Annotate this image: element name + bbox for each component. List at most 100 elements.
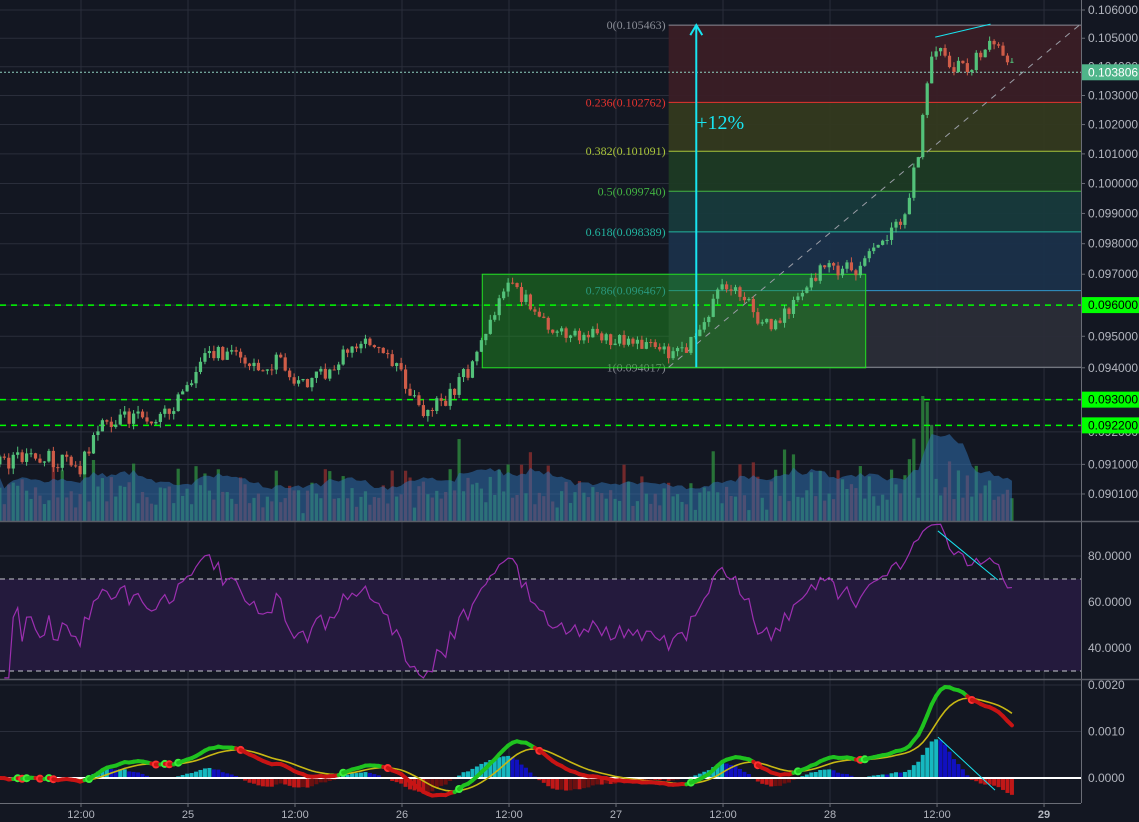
candle-body <box>354 346 359 349</box>
candle-body <box>680 347 684 349</box>
candle-body <box>988 40 992 50</box>
candle-body <box>765 318 769 323</box>
last-price-label: 0.103806 <box>1088 65 1138 79</box>
candle-body <box>109 421 113 428</box>
candle-body <box>497 298 501 316</box>
candle-body <box>82 451 87 475</box>
candle-body <box>323 368 327 379</box>
candle-body <box>907 197 911 215</box>
candle-body <box>29 453 33 455</box>
candle-body <box>1001 45 1005 56</box>
candle-body <box>609 334 613 346</box>
macd-histogram-bar <box>207 767 212 778</box>
candle-body <box>2 456 6 458</box>
candle-body <box>181 391 185 395</box>
macd-histogram-bar <box>943 744 948 778</box>
candle-body <box>854 270 858 276</box>
candle-body <box>328 369 332 379</box>
macd-histogram-bar <box>269 778 274 787</box>
time-tick-label: 28 <box>824 809 836 821</box>
price-tick-label: 0.106000 <box>1088 3 1138 17</box>
macd-histogram-bar <box>305 778 310 788</box>
candle-body <box>216 346 220 359</box>
macd-histogram-bar <box>586 778 591 788</box>
time-tick-label: 12:00 <box>709 809 737 821</box>
candle-body <box>546 317 550 330</box>
candle-body <box>225 351 229 360</box>
candle-body <box>724 284 729 290</box>
candle-body <box>265 369 269 371</box>
candle-body <box>479 340 483 352</box>
fib-level-label: 0.236(0.102762) <box>586 95 666 109</box>
price-tick-label: 0.095000 <box>1088 329 1138 343</box>
candle-body <box>203 353 207 362</box>
macd-histogram-bar <box>265 778 270 787</box>
candle-body <box>729 289 733 291</box>
macd-histogram-bar <box>581 778 586 789</box>
candle-body <box>194 371 198 384</box>
candle-body <box>947 55 952 68</box>
candle-body <box>698 329 702 337</box>
macd-histogram-bar <box>831 770 836 778</box>
macd-histogram-bar <box>1005 778 1010 793</box>
candle-body <box>827 263 831 268</box>
price-tick-label: 0.090100 <box>1088 487 1138 501</box>
macd-histogram-bar <box>260 778 265 787</box>
candle-body <box>573 330 577 336</box>
price-tick-label: 0.103000 <box>1088 88 1138 102</box>
candle-body <box>185 385 189 392</box>
candle-body <box>319 368 323 372</box>
macd-histogram-bar <box>769 778 774 787</box>
candle-body <box>296 380 301 384</box>
macd-tick-label: 0.0010 <box>1088 725 1125 739</box>
candle-body <box>149 421 154 424</box>
time-tick-label: 27 <box>610 809 622 821</box>
candle-body <box>742 296 747 301</box>
time-axis-background <box>0 803 1139 822</box>
candle-body <box>894 221 898 228</box>
candle-body <box>747 298 751 301</box>
macd-histogram-bar <box>216 769 221 778</box>
candle-body <box>675 348 680 352</box>
fib-zone <box>668 191 1081 232</box>
candle-body <box>925 83 929 115</box>
macd-histogram-bar <box>564 778 569 791</box>
candle-body <box>212 351 216 359</box>
candle-body <box>568 335 573 338</box>
candle-body <box>845 262 849 269</box>
candle-body <box>979 52 983 58</box>
candle-body <box>604 334 608 341</box>
candle-body <box>635 339 640 344</box>
candle-body <box>412 395 417 397</box>
candle-body <box>47 450 51 462</box>
candle-body <box>283 357 287 371</box>
candle-body <box>515 283 519 288</box>
macd-histogram-bar <box>555 778 560 790</box>
candle-body <box>626 338 631 345</box>
candle-body <box>992 40 996 45</box>
macd-histogram-bar <box>938 740 943 778</box>
candle-body <box>662 346 666 350</box>
candle-body <box>796 296 800 300</box>
candle-body <box>118 414 122 425</box>
fib-level-label: 0.5(0.099740) <box>598 184 666 198</box>
candle-body <box>840 268 845 276</box>
candle-body <box>403 369 408 389</box>
trading-chart[interactable]: 0(0.105463) 0.236(0.102762) 0.382(0.101091… <box>0 0 1139 822</box>
candle-body <box>221 346 225 360</box>
price-tick-label: 0.097000 <box>1088 267 1138 281</box>
fib-level-label: 0.382(0.101091) <box>586 144 666 158</box>
candle-body <box>970 70 974 72</box>
macd-histogram-bar <box>911 765 916 778</box>
macd-histogram-bar <box>301 778 306 788</box>
candle-body <box>189 383 194 386</box>
candle-body <box>898 221 903 225</box>
macd-histogram-bar <box>292 778 297 788</box>
candle-body <box>702 322 706 330</box>
candle-body <box>127 411 131 424</box>
candle-body <box>399 363 403 370</box>
candle-body <box>132 413 136 424</box>
time-tick-label: 29 <box>1038 809 1050 821</box>
rsi-tick-label: 60.0000 <box>1088 595 1132 609</box>
candle-body <box>493 315 497 320</box>
